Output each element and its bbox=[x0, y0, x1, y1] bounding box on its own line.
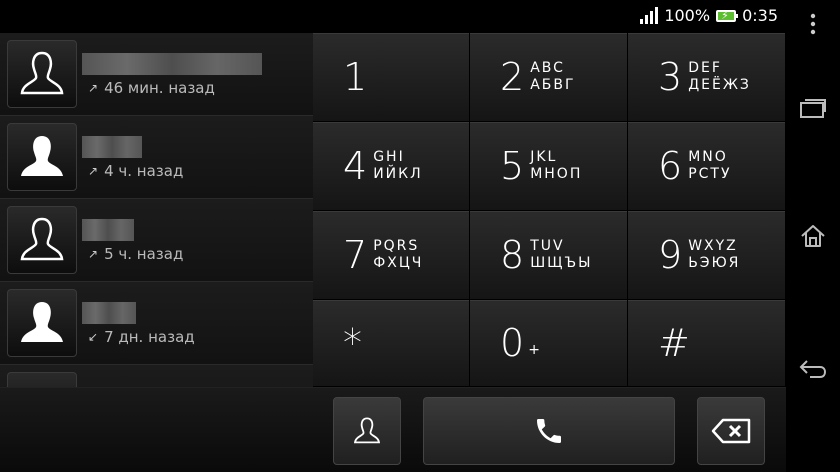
backspace-icon bbox=[711, 418, 751, 444]
call-log-item[interactable] bbox=[0, 365, 313, 387]
phone-icon bbox=[537, 419, 561, 443]
status-bar: 100% ⚡ 0:35 bbox=[0, 0, 786, 33]
key-4[interactable]: 4 GHI ИЙКЛ bbox=[313, 122, 470, 211]
person-filled-icon[interactable] bbox=[7, 289, 77, 357]
battery-percent: 100% bbox=[664, 6, 711, 25]
outgoing-call-icon: ↗ bbox=[88, 81, 99, 95]
back-button[interactable] bbox=[786, 348, 840, 388]
person-outline-icon[interactable] bbox=[7, 206, 77, 274]
key-8[interactable]: 8 TUV ШЩЪЫ bbox=[470, 211, 628, 300]
battery-charging-icon: ⚡ bbox=[716, 9, 739, 22]
outgoing-call-icon: ↗ bbox=[88, 247, 99, 261]
menu-button[interactable] bbox=[786, 8, 840, 40]
recent-apps-button[interactable] bbox=[786, 88, 840, 128]
key-6[interactable]: 6 MNO РСТУ bbox=[628, 122, 786, 211]
key-3[interactable]: 3 DEF ДЕЁЖЗ bbox=[628, 33, 786, 122]
key-9[interactable]: 9 WXYZ ЬЭЮЯ bbox=[628, 211, 786, 300]
home-button[interactable] bbox=[786, 216, 840, 256]
back-icon bbox=[799, 360, 827, 378]
contact-name-redacted bbox=[82, 302, 136, 324]
contact-name-redacted bbox=[82, 53, 262, 75]
call-time: ↗ 5 ч. назад bbox=[88, 245, 184, 263]
call-button[interactable] bbox=[423, 397, 675, 465]
person-filled-icon[interactable] bbox=[7, 123, 77, 191]
recent-apps-icon bbox=[800, 99, 826, 118]
person-filled-icon[interactable] bbox=[7, 372, 77, 387]
clock: 0:35 bbox=[742, 6, 778, 25]
call-log-list[interactable]: ↗ 46 мин. назад ↗ 4 ч. назад ↗ 5 ч. назад ↙… bbox=[0, 33, 313, 387]
call-log-item[interactable]: ↗ 46 мин. назад bbox=[0, 33, 313, 116]
outgoing-call-icon: ↗ bbox=[88, 164, 99, 178]
contact-name-redacted bbox=[82, 136, 142, 158]
person-outline-icon bbox=[353, 417, 381, 444]
key-2[interactable]: 2 ABC АБВГ bbox=[470, 33, 628, 122]
signal-icon bbox=[640, 7, 659, 24]
key-5[interactable]: 5 JKL МНОП bbox=[470, 122, 628, 211]
home-icon bbox=[801, 225, 825, 247]
key-0[interactable]: 0 + bbox=[470, 300, 628, 387]
key-hash[interactable]: # bbox=[628, 300, 786, 387]
navigation-bar bbox=[786, 0, 840, 472]
contact-name-redacted bbox=[82, 219, 134, 241]
call-time: ↗ 4 ч. назад bbox=[88, 162, 184, 180]
dialpad: 1 2 ABC АБВГ 3 DEF ДЕЁЖЗ 4 GHI ИЙКЛ 5 JKL МНОП 6… bbox=[313, 33, 786, 387]
call-log-item[interactable]: ↗ 5 ч. назад bbox=[0, 199, 313, 282]
key-7[interactable]: 7 PQRS ФХЦЧ bbox=[313, 211, 470, 300]
call-log-item[interactable]: ↙ 7 дн. назад bbox=[0, 282, 313, 365]
call-log-item[interactable]: ↗ 4 ч. назад bbox=[0, 116, 313, 199]
call-time: ↙ 7 дн. назад bbox=[88, 328, 195, 346]
key-star[interactable]: * bbox=[313, 300, 470, 387]
status-indicators: 100% ⚡ 0:35 bbox=[640, 6, 778, 25]
call-time: ↗ 46 мин. назад bbox=[88, 79, 215, 97]
incoming-call-icon: ↙ bbox=[88, 330, 99, 344]
contacts-button[interactable] bbox=[333, 397, 401, 465]
key-1[interactable]: 1 bbox=[313, 33, 470, 122]
overflow-menu-icon bbox=[810, 13, 816, 35]
dialer-action-bar bbox=[0, 387, 786, 472]
person-outline-icon[interactable] bbox=[7, 40, 77, 108]
backspace-button[interactable] bbox=[697, 397, 765, 465]
